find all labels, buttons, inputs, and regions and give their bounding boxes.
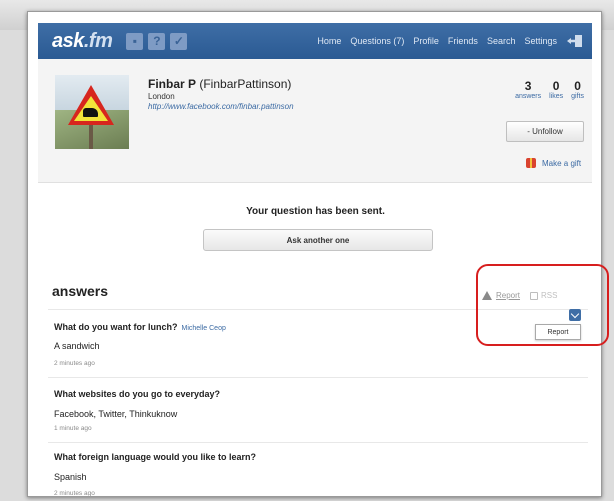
profile-name: Finbar P (FinbarPattinson) xyxy=(148,77,291,91)
browser-page: ask.fm ▪ ? ✓ Home Questions (7) Profile … xyxy=(27,11,602,497)
answer-timestamp: 2 minutes ago xyxy=(54,490,95,497)
username: (FinbarPattinson) xyxy=(199,77,292,91)
avatar xyxy=(55,75,129,149)
profile-website-link[interactable]: http://www.facebook.com/finbar.pattinson xyxy=(148,102,294,111)
rss-icon[interactable] xyxy=(530,291,539,300)
divider xyxy=(48,377,588,378)
profile-header: Finbar P (FinbarPattinson) London http:/… xyxy=(38,59,592,183)
display-name: Finbar P xyxy=(148,77,197,91)
answer-text: A sandwich xyxy=(54,341,100,351)
nav-settings-link[interactable]: Settings xyxy=(524,36,557,46)
profile-stats: 3 answers 0 likes 0 gifts xyxy=(482,79,592,100)
question-text: What do you want for lunch? Michelle Ceop xyxy=(54,322,226,332)
answer-timestamp: 1 minute ago xyxy=(54,425,92,432)
answers-heading: answers xyxy=(52,283,109,299)
logout-icon[interactable] xyxy=(567,35,582,47)
nav-search-link[interactable]: Search xyxy=(487,36,516,46)
make-gift-label: Make a gift xyxy=(542,158,582,168)
askfm-logo[interactable]: ask.fm xyxy=(52,30,113,53)
stat-likes[interactable]: 0 likes xyxy=(549,79,563,100)
unfollow-button[interactable]: - Unfollow xyxy=(506,121,584,142)
answer-text: Facebook, Twitter, Thinkuknow xyxy=(54,409,178,419)
answer-text: Spanish xyxy=(54,472,87,482)
ask-another-button[interactable]: Ask another one xyxy=(203,229,433,251)
question-text: What websites do you go to everyday? xyxy=(54,389,221,399)
make-gift-link[interactable]: Make a gift xyxy=(526,158,581,168)
nav-questions-link[interactable]: Questions (7) xyxy=(350,36,404,46)
nav-links: Home Questions (7) Profile Friends Searc… xyxy=(308,35,582,47)
gift-icon xyxy=(526,158,536,168)
check-icon[interactable]: ✓ xyxy=(170,32,188,50)
report-rss-bar: Report RSS xyxy=(482,291,557,300)
question-sent-message: Your question has been sent. xyxy=(246,206,385,217)
report-profile-link[interactable]: Report xyxy=(496,291,520,300)
stat-gifts[interactable]: 0 gifts xyxy=(571,79,584,100)
nav-friends-link[interactable]: Friends xyxy=(448,36,478,46)
report-menu-item[interactable]: Report xyxy=(535,324,581,340)
answer-timestamp: 2 minutes ago xyxy=(54,360,95,367)
divider xyxy=(48,309,588,310)
warning-icon xyxy=(482,291,492,300)
nav-profile-link[interactable]: Profile xyxy=(413,36,439,46)
chat-icon[interactable]: ▪ xyxy=(126,32,144,50)
stat-answers[interactable]: 3 answers xyxy=(515,79,541,100)
question-text: What foreign language would you like to … xyxy=(54,452,257,462)
question-icon[interactable]: ? xyxy=(148,32,166,50)
asker-link[interactable]: Michelle Ceop xyxy=(182,325,226,332)
rss-link[interactable]: RSS xyxy=(541,291,557,300)
profile-location: London xyxy=(148,92,175,101)
top-navigation-bar: ask.fm ▪ ? ✓ Home Questions (7) Profile … xyxy=(38,23,592,59)
divider xyxy=(48,442,588,443)
answer-options-dropdown-button[interactable] xyxy=(569,309,581,321)
nav-home-link[interactable]: Home xyxy=(317,36,341,46)
